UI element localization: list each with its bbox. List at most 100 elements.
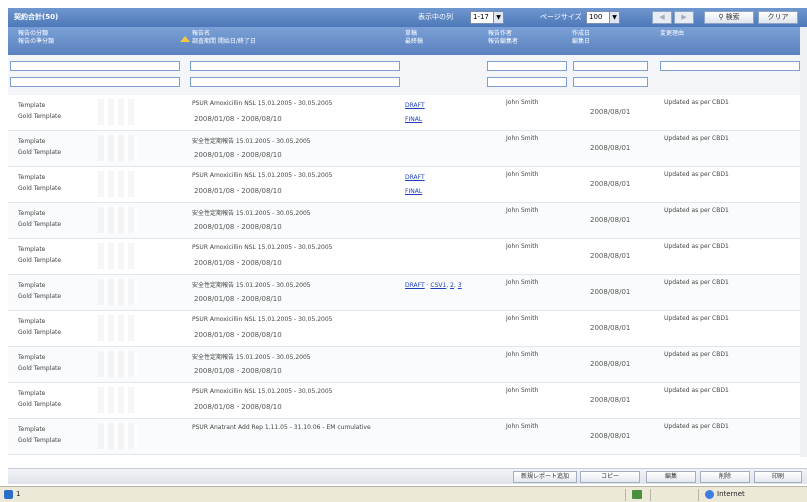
search-icon: ⚲	[718, 13, 726, 21]
col-header-category-line1: 報告の分類	[18, 30, 49, 37]
report-name: 安全性定期報告 15.01.2005 - 30.05.2005	[192, 138, 311, 145]
filter-editor-input[interactable]	[487, 77, 567, 87]
search-button[interactable]: ⚲ 検索	[704, 11, 754, 24]
col-header-author-line1: 報告作者	[488, 30, 513, 37]
report-period: 2008/01/08 - 2008/08/10	[194, 223, 282, 231]
date-text: 2008/08/01	[590, 252, 631, 260]
row-category: Template Gold Template	[18, 208, 61, 230]
report-period: 2008/01/08 - 2008/08/10	[194, 295, 282, 303]
row-category: Template Gold Template	[18, 100, 61, 122]
filter-reason-input[interactable]	[660, 61, 800, 71]
prev-page-button[interactable]: ◀	[652, 11, 672, 24]
date-text: 2008/08/01	[590, 432, 631, 440]
subcategory-text: Gold Template	[18, 401, 62, 408]
row-category: Template Gold Template	[18, 136, 61, 158]
col-header-created-line2: 編集日	[572, 38, 591, 45]
print-button[interactable]: 印刷	[754, 471, 802, 483]
row-links: DRAFT · CSV1, 2, 3	[405, 279, 462, 293]
col-header-created-line1: 作成日	[572, 30, 591, 37]
subcategory-text: Gold Template	[18, 149, 62, 156]
security-icon	[632, 490, 642, 499]
date-text: 2008/08/01	[590, 360, 631, 368]
reason-text: Updated as per CBD1	[664, 99, 729, 106]
draft-link[interactable]: DRAFT	[405, 174, 425, 181]
table-row[interactable]: Template Gold Template PSUR Amoxicillin N…	[8, 239, 807, 275]
col-header-reason[interactable]: 変更理由	[660, 30, 684, 38]
reason-text: Updated as per CBD1	[664, 243, 729, 250]
draft-link[interactable]: DRAFT	[405, 282, 425, 289]
row-category: Template Gold Template	[18, 172, 61, 194]
internet-zone-icon	[705, 490, 714, 499]
reason-text: Updated as per CBD1	[664, 351, 729, 358]
col-header-draft[interactable]: 草稿 最終稿	[405, 30, 423, 46]
display-columns-label: 表示中の列	[418, 13, 453, 21]
filter-created-input[interactable]	[573, 61, 648, 71]
display-columns-select[interactable]: 1-17 ▼	[470, 11, 504, 24]
next-page-button[interactable]: ▶	[674, 11, 694, 24]
col-header-category-line2: 報告の準分類	[18, 38, 55, 45]
edit-button[interactable]: 編集	[646, 471, 696, 483]
report-table: Template Gold Template PSUR Amoxicillin N…	[8, 95, 807, 457]
table-row[interactable]: Template Gold Template PSUR Amoxicillin N…	[8, 383, 807, 419]
row-watermark	[98, 207, 138, 233]
date-text: 2008/08/01	[590, 108, 631, 116]
table-row[interactable]: Template Gold Template 安全性定期報告 15.01.2005…	[8, 203, 807, 239]
subcategory-text: Gold Template	[18, 257, 62, 264]
row-category: Template Gold Template	[18, 244, 61, 266]
author-text: John Smith	[506, 99, 539, 106]
table-row[interactable]: Template Gold Template 安全性定期報告 15.01.2005…	[8, 275, 807, 311]
col-header-report[interactable]: 報告名 調査期間 開始日/終了日	[192, 30, 256, 46]
row-category: Template Gold Template	[18, 352, 61, 374]
category-text: Template	[18, 246, 46, 253]
add-report-button[interactable]: 新規レポート追加	[513, 471, 577, 483]
category-text: Template	[18, 390, 46, 397]
filter-row	[8, 55, 807, 95]
pagesize-select[interactable]: 100 ▼	[586, 11, 620, 24]
status-divider	[698, 489, 699, 501]
filter-category-input[interactable]	[10, 61, 180, 71]
final-link[interactable]: FINAL	[405, 188, 422, 195]
report-period: 2008/01/08 - 2008/08/10	[194, 259, 282, 267]
pagesize-label: ページサイズ	[540, 13, 582, 21]
row-links: DRAFT FINAL	[405, 99, 425, 127]
table-row[interactable]: Template Gold Template 安全性定期報告 15.01.2005…	[8, 347, 807, 383]
clear-button[interactable]: クリア	[758, 11, 798, 24]
author-text: John Smith	[506, 315, 539, 322]
table-row[interactable]: Template Gold Template PSUR Amoxicillin N…	[8, 95, 807, 131]
row-watermark	[98, 279, 138, 305]
table-row[interactable]: Template Gold Template PSUR Amoxicillin N…	[8, 311, 807, 347]
row-watermark	[98, 423, 138, 449]
filter-report-input[interactable]	[190, 61, 400, 71]
draft-link[interactable]: DRAFT	[405, 102, 425, 109]
report-period: 2008/01/08 - 2008/08/10	[194, 367, 282, 375]
subcategory-text: Gold Template	[18, 113, 62, 120]
filter-subcategory-input[interactable]	[10, 77, 180, 87]
copy-button[interactable]: コピー	[580, 471, 640, 483]
row-watermark	[98, 135, 138, 161]
row-category: Template Gold Template	[18, 388, 61, 410]
filter-edited-input[interactable]	[573, 77, 648, 87]
col-header-created[interactable]: 作成日 編集日	[572, 30, 590, 46]
row-watermark	[98, 243, 138, 269]
col-header-report-line1: 報告名	[192, 30, 211, 37]
filter-period-input[interactable]	[190, 77, 400, 87]
row-category: Template Gold Template	[18, 280, 61, 302]
sort-ascending-icon[interactable]	[180, 36, 190, 42]
table-row[interactable]: Template Gold Template PSUR Amoxicillin N…	[8, 167, 807, 203]
table-row[interactable]: Template Gold Template 安全性定期報告 15.01.2005…	[8, 131, 807, 167]
chevron-down-icon: ▼	[493, 12, 503, 23]
vertical-scrollbar[interactable]	[800, 27, 807, 457]
date-text: 2008/08/01	[590, 324, 631, 332]
table-row[interactable]: Template Gold Template PSUR Anatrant Add …	[8, 419, 807, 455]
csv-link[interactable]: CSV1	[430, 282, 446, 289]
final-link[interactable]: FINAL	[405, 116, 422, 123]
page-icon	[4, 490, 13, 499]
filter-author-input[interactable]	[487, 61, 567, 71]
col-header-category[interactable]: 報告の分類 報告の準分類	[18, 30, 54, 46]
reason-text: Updated as per CBD1	[664, 171, 729, 178]
subcategory-text: Gold Template	[18, 437, 62, 444]
version-link-3[interactable]: 3	[458, 282, 462, 289]
delete-button[interactable]: 削除	[700, 471, 750, 483]
author-text: John Smith	[506, 387, 539, 394]
col-header-author[interactable]: 報告作者 報告編集者	[488, 30, 518, 46]
